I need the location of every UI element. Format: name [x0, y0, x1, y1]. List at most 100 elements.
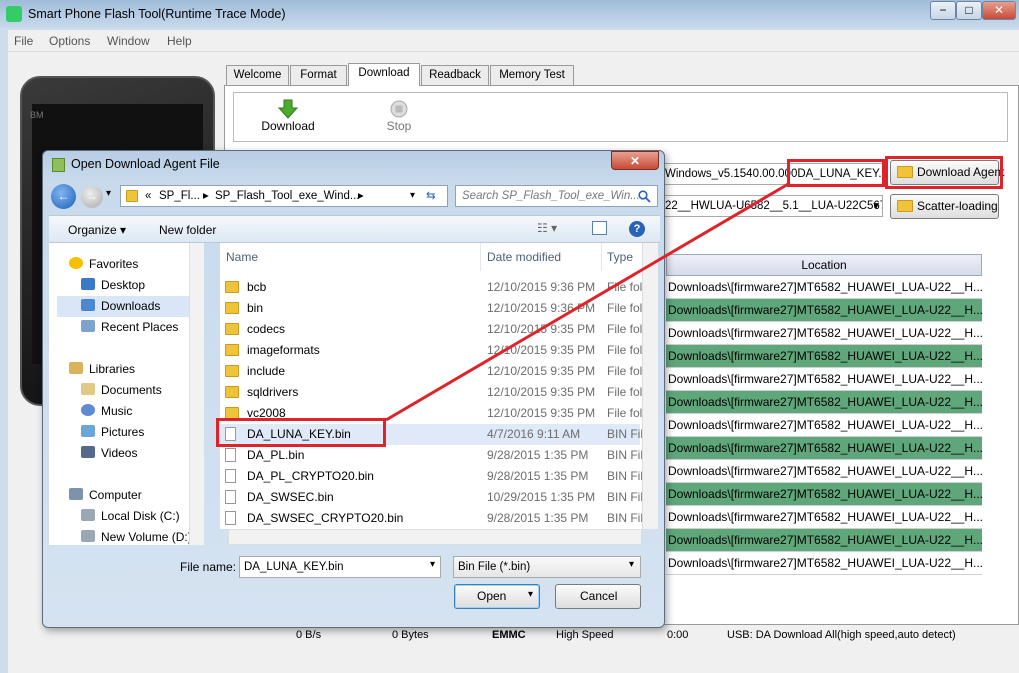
column-date-modified[interactable]: Date modified [487, 243, 602, 271]
search-input[interactable]: Search SP_Flash_Tool_exe_Win... [455, 185, 658, 207]
file-name-dropdown-arrow-icon[interactable]: ▾ [430, 559, 435, 570]
menu-options[interactable]: Options [49, 34, 90, 48]
scatter-loading-button[interactable]: Scatter-loading [890, 194, 999, 219]
location-row[interactable]: Downloads\[firmware27]MT6582_HUAWEI_LUA-… [666, 276, 982, 299]
file-type-dropdown-arrow-icon[interactable]: ▾ [629, 559, 634, 570]
location-row[interactable]: Downloads\[firmware27]MT6582_HUAWEI_LUA-… [666, 460, 982, 483]
file-type: File fol [607, 301, 643, 315]
nav-downloads[interactable]: Downloads [81, 299, 160, 313]
location-row[interactable]: Downloads\[firmware27]MT6582_HUAWEI_LUA-… [666, 322, 982, 345]
nav-local-disk[interactable]: Local Disk (C:) [81, 509, 180, 523]
breadcrumb-overflow[interactable]: « [145, 186, 151, 206]
file-type: File fol [607, 364, 643, 378]
nav-scrollbar[interactable] [189, 243, 204, 545]
close-button[interactable]: ✕ [982, 1, 1016, 20]
location-row[interactable]: Downloads\[firmware27]MT6582_HUAWEI_LUA-… [666, 391, 982, 414]
folder-icon [225, 281, 239, 293]
computer-icon [69, 488, 83, 500]
file-row[interactable]: DA_SWSEC_CRYPTO20.bin 9/28/2015 1:35 PM BI… [220, 508, 643, 529]
file-row[interactable]: imageformats 12/10/2015 9:35 PM File fol [220, 340, 642, 361]
address-dropdown-arrow-icon[interactable]: ▾ [410, 186, 415, 206]
file-row[interactable]: codecs 12/10/2015 9:35 PM File fol [220, 319, 642, 340]
nav-pictures[interactable]: Pictures [81, 425, 144, 439]
file-row[interactable]: DA_SWSEC.bin 10/29/2015 1:35 PM BIN Fil [220, 487, 643, 508]
nav-documents[interactable]: Documents [81, 383, 162, 397]
file-list-horizontal-scrollbar[interactable] [228, 529, 642, 545]
file-icon [225, 511, 236, 525]
refresh-icon[interactable]: ⇆ [426, 186, 436, 206]
breadcrumb-separator-icon[interactable]: ▸ [358, 186, 364, 206]
location-row[interactable]: Downloads\[firmware27]MT6582_HUAWEI_LUA-… [666, 529, 982, 552]
new-folder-button[interactable]: New folder [159, 223, 216, 237]
location-row[interactable]: Downloads\[firmware27]MT6582_HUAWEI_LUA-… [666, 437, 982, 460]
location-row[interactable]: Downloads\[firmware27]MT6582_HUAWEI_LUA-… [666, 299, 982, 322]
search-icon[interactable] [638, 190, 651, 203]
location-row[interactable]: Downloads\[firmware27]MT6582_HUAWEI_LUA-… [666, 414, 982, 437]
breadcrumb-sp-fl[interactable]: SP_Fl... [159, 186, 200, 206]
nav-computer[interactable]: Computer [69, 488, 142, 502]
recent-locations-dropdown[interactable]: ▾ [106, 188, 111, 199]
breadcrumb-separator-icon[interactable]: ▸ [203, 186, 209, 206]
location-row[interactable]: Downloads\[firmware27]MT6582_HUAWEI_LUA-… [666, 483, 982, 506]
location-row[interactable]: Downloads\[firmware27]MT6582_HUAWEI_LUA-… [666, 345, 982, 368]
minimize-button[interactable]: − [930, 1, 956, 20]
file-list: Name Date modified Type bcb 12/10/2015 9:… [220, 243, 658, 529]
nav-favorites[interactable]: Favorites [69, 257, 138, 271]
maximize-button[interactable]: □ [956, 1, 982, 20]
nav-music[interactable]: Music [81, 404, 132, 418]
file-list-scrollbar[interactable] [642, 243, 658, 529]
file-name-input[interactable]: DA_LUNA_KEY.bin [239, 556, 441, 578]
file-row[interactable]: DA_PL_CRYPTO20.bin 9/28/2015 1:35 PM BIN F… [220, 466, 643, 487]
location-row[interactable]: Downloads\[firmware27]MT6582_HUAWEI_LUA-… [666, 368, 982, 391]
location-row[interactable]: Downloads\[firmware27]MT6582_HUAWEI_LUA-… [666, 506, 982, 529]
file-date: 10/29/2015 1:35 PM [487, 490, 596, 504]
nav-desktop[interactable]: Desktop [81, 278, 145, 292]
tab-memory-test[interactable]: Memory Test [490, 65, 574, 85]
download-toolbar-button[interactable]: Download [258, 99, 318, 133]
stop-toolbar-button[interactable]: Stop [369, 99, 429, 133]
file-row[interactable]: bcb 12/10/2015 9:36 PM File fol [220, 277, 643, 298]
tab-download[interactable]: Download [348, 63, 420, 86]
folder-icon [126, 190, 138, 202]
breadcrumb-sp-flash-tool[interactable]: SP_Flash_Tool_exe_Wind... [215, 186, 359, 206]
star-icon [69, 257, 83, 269]
menu-window[interactable]: Window [107, 34, 150, 48]
file-icon [225, 469, 236, 483]
file-row[interactable]: bin 12/10/2015 9:36 PM File fol [220, 298, 643, 319]
nav-recent-places[interactable]: Recent Places [81, 320, 178, 334]
nav-libraries[interactable]: Libraries [69, 362, 135, 376]
open-options-arrow-icon[interactable]: ▾ [528, 589, 533, 600]
file-type: File fol [607, 280, 643, 294]
back-button[interactable]: ← [51, 184, 76, 209]
file-row[interactable]: sqldrivers 12/10/2015 9:35 PM File fol [220, 382, 642, 403]
scatter-file-field[interactable]: 22__HWLUA-U6582__5.1__LUA-U22C567 ▾ [660, 195, 883, 217]
forward-button[interactable]: → [81, 186, 103, 208]
file-row[interactable]: DA_PL.bin 9/28/2015 1:35 PM BIN Fil [220, 445, 643, 466]
address-bar[interactable]: « SP_Fl... ▸ SP_Flash_Tool_exe_Wind... ▸… [120, 185, 448, 207]
libraries-icon [69, 362, 83, 374]
file-type: BIN Fil [607, 427, 643, 441]
dialog-close-button[interactable]: ✕ [611, 151, 659, 170]
nav-videos[interactable]: Videos [81, 446, 137, 460]
app-title-bar: Smart Phone Flash Tool(Runtime Trace Mod… [0, 0, 1019, 28]
menu-file[interactable]: File [14, 34, 33, 48]
nav-new-volume[interactable]: New Volume (D:) [81, 530, 192, 544]
tab-readback[interactable]: Readback [421, 65, 489, 85]
file-type-select[interactable]: Bin File (*.bin) [453, 556, 641, 578]
location-row[interactable]: Downloads\[firmware27]MT6582_HUAWEI_LUA-… [666, 552, 982, 575]
highlight-box-agent-button [885, 156, 1003, 189]
drive-icon [81, 530, 95, 542]
tab-format[interactable]: Format [290, 65, 347, 85]
file-name-label: File name: [180, 560, 237, 574]
organize-button[interactable]: Organize ▾ [68, 223, 126, 237]
file-row[interactable]: include 12/10/2015 9:35 PM File fol [220, 361, 643, 382]
tab-welcome[interactable]: Welcome [226, 65, 289, 85]
preview-pane-icon[interactable] [592, 221, 607, 235]
column-name[interactable]: Name [226, 243, 481, 271]
file-name: sqldrivers [247, 385, 299, 399]
file-name: bcb [247, 280, 267, 294]
menu-help[interactable]: Help [167, 34, 192, 48]
cancel-button[interactable]: Cancel [555, 584, 641, 609]
view-options-icon[interactable]: ☷ ▾ [537, 221, 557, 235]
help-icon[interactable]: ? [629, 221, 645, 237]
